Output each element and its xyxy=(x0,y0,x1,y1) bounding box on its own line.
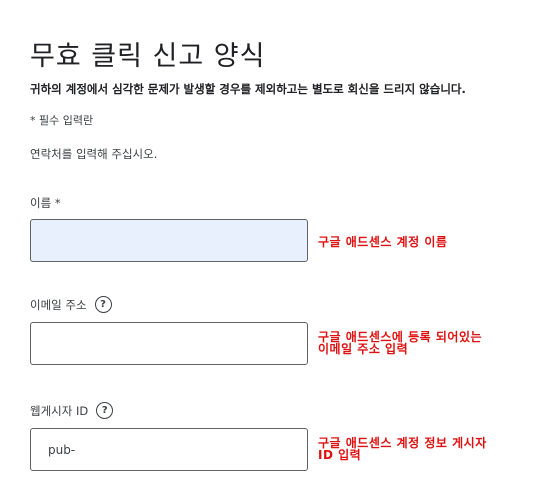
publisher-id-annotation-line2: ID 입력 xyxy=(318,448,362,462)
email-input[interactable] xyxy=(30,322,308,365)
email-annotation: 구글 애드센스에 등록 되어있는 이메일 주소 입력 xyxy=(318,331,482,355)
name-label-text: 이름 * xyxy=(30,196,61,210)
contact-instruction: 연락처를 입력해 주십시오. xyxy=(30,147,158,161)
email-label-text: 이메일 주소 xyxy=(30,297,87,312)
reply-notice: 귀하의 계정에서 심각한 문제가 발생할 경우를 제외하고는 별도로 회신을 드… xyxy=(30,82,466,96)
publisher-id-annotation: 구글 애드센스 계정 정보 게시자 ID 입력 xyxy=(318,437,487,461)
publisher-id-label-text: 웹게시자 ID xyxy=(30,403,89,418)
publisher-id-input[interactable] xyxy=(30,428,308,471)
name-annotation: 구글 애드센스 계정 이름 xyxy=(318,235,448,249)
name-label: 이름 * xyxy=(30,195,61,211)
help-icon[interactable]: ? xyxy=(96,402,114,419)
name-input[interactable] xyxy=(30,219,308,262)
help-icon[interactable]: ? xyxy=(94,296,112,313)
email-annotation-line2: 이메일 주소 입력 xyxy=(318,342,409,356)
page-title: 무효 클릭 신고 양식 xyxy=(30,41,266,72)
publisher-id-label: 웹게시자 ID ? xyxy=(30,402,114,419)
required-field-note: * 필수 입력란 xyxy=(30,114,94,127)
email-label: 이메일 주소 ? xyxy=(30,296,112,313)
